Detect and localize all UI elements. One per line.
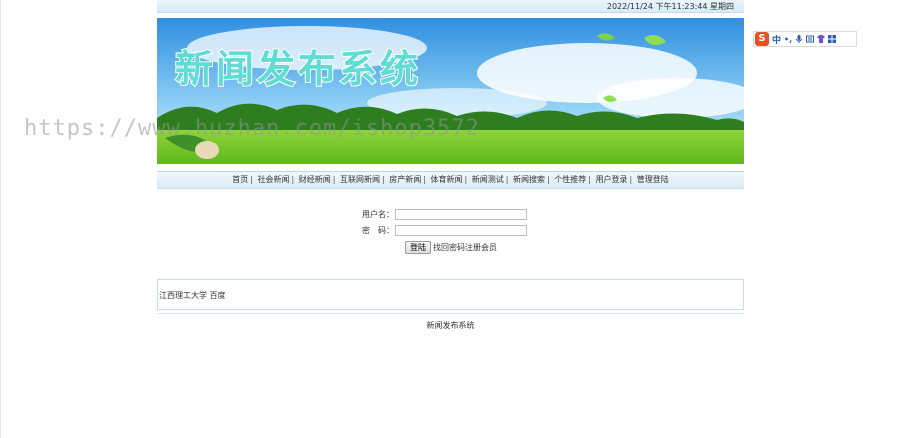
forgot-password-link[interactable]: 找回密码 <box>433 241 465 254</box>
watermark-text: https://www.huzhan.com/ishop3572 <box>24 116 480 141</box>
page-container: 2022/11/24 下午11:23:44 星期四 新闻发布系统 首页 | 社会… <box>157 0 744 330</box>
ime-punct-icon[interactable]: •, <box>784 35 792 44</box>
friend-link-jxust[interactable]: 江西理工大学 <box>159 291 207 300</box>
datetime-text: 2022/11/24 下午11:23:44 星期四 <box>606 2 734 11</box>
nav-sep: | <box>382 175 385 184</box>
nav-realestate[interactable]: 房产新闻 <box>389 175 421 184</box>
friend-links: 江西理工大学 百度 <box>159 290 226 301</box>
nav-user-login[interactable]: 用户登录 <box>596 175 628 184</box>
nav-finance[interactable]: 财经新闻 <box>299 175 331 184</box>
username-input[interactable] <box>395 209 527 220</box>
login-button[interactable]: 登陆 <box>405 241 431 254</box>
register-link[interactable]: 注册会员 <box>465 241 497 254</box>
sogou-logo-icon[interactable]: S <box>755 32 769 46</box>
keyboard-icon[interactable] <box>806 35 815 43</box>
banner-image: 新闻发布系统 <box>157 18 744 164</box>
nav-sep: | <box>250 175 253 184</box>
nav-sep: | <box>547 175 550 184</box>
nav-sep: | <box>291 175 295 184</box>
left-border <box>0 0 1 438</box>
nav-home[interactable]: 首页 <box>232 175 248 184</box>
ime-mode-chinese[interactable]: 中 <box>772 33 781 46</box>
nav-sports[interactable]: 体育新闻 <box>431 175 463 184</box>
ime-toolbar[interactable]: S 中 •, <box>753 31 857 47</box>
banner-title: 新闻发布系统 <box>175 47 421 91</box>
nav-recommend[interactable]: 个性推荐 <box>554 175 586 184</box>
nav-search[interactable]: 新闻搜索 <box>513 175 545 184</box>
nav-sep: | <box>505 175 509 184</box>
password-label: 密 码： <box>362 226 394 235</box>
footer-text: 新闻发布系统 <box>426 321 475 330</box>
nav-sep: | <box>629 175 633 184</box>
nav-internet[interactable]: 互联网新闻 <box>340 175 380 184</box>
main-nav: 首页 | 社会新闻 | 财经新闻 | 互联网新闻 | 房产新闻 | 体育新闻 | 新闻测试 |… <box>157 171 744 189</box>
nav-test[interactable]: 新闻测试 <box>472 175 504 184</box>
nav-sep: | <box>588 175 591 184</box>
nav-sep: | <box>332 175 336 184</box>
nav-sep: | <box>464 175 468 184</box>
skin-shirt-icon[interactable] <box>817 35 826 43</box>
password-input[interactable] <box>395 225 527 236</box>
top-bar: 2022/11/24 下午11:23:44 星期四 <box>157 0 744 13</box>
toolbox-grid-icon[interactable] <box>828 35 837 43</box>
microphone-icon[interactable] <box>795 35 803 43</box>
nav-social[interactable]: 社会新闻 <box>258 175 290 184</box>
friend-links-box: 江西理工大学 百度 <box>157 279 744 310</box>
divider <box>157 313 744 314</box>
nav-sep: | <box>423 175 426 184</box>
nav-admin-login[interactable]: 管理登陆 <box>637 175 669 184</box>
banner: 新闻发布系统 <box>157 18 744 164</box>
friend-link-baidu[interactable]: 百度 <box>210 291 226 300</box>
username-label: 用户名： <box>362 210 394 219</box>
